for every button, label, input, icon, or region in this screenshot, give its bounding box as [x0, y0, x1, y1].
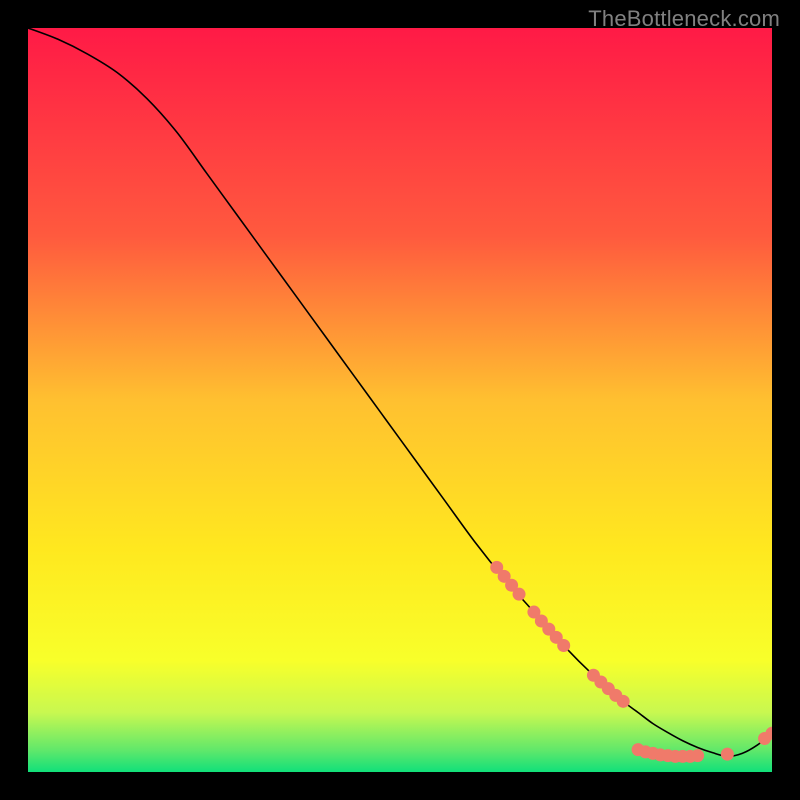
data-marker	[691, 749, 704, 762]
stage: TheBottleneck.com	[0, 0, 800, 800]
data-marker	[721, 748, 734, 761]
gradient-background	[28, 28, 772, 772]
data-marker	[617, 695, 630, 708]
data-marker	[513, 588, 526, 601]
chart-area	[28, 28, 772, 772]
data-marker	[557, 639, 570, 652]
chart-svg	[28, 28, 772, 772]
